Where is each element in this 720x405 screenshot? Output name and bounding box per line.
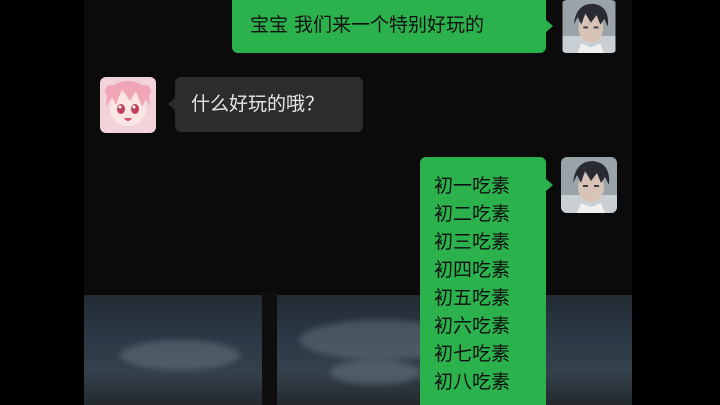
chat-screen: 宝宝 我们来一个特别好玩的 什么好玩的哦？ 初一吃素 初二吃素 初三吃素 初四吃… (0, 0, 720, 405)
message-line: 初三吃素 (434, 231, 511, 253)
male-anime-avatar-icon[interactable] (561, 157, 617, 213)
message-line: 初七吃素 (434, 343, 511, 365)
message-text: 宝宝 我们来一个特别好玩的 (250, 14, 485, 36)
message-line: 初五吃素 (434, 287, 511, 309)
message-line: 初二吃素 (434, 203, 511, 225)
pink-hair-anime-avatar-icon[interactable] (100, 77, 156, 133)
message-text: 什么好玩的哦？ (191, 93, 325, 115)
male-anime-avatar-icon[interactable] (561, 0, 617, 53)
message-line: 初六吃素 (434, 315, 511, 337)
message-bubble-outgoing[interactable]: 初一吃素 初二吃素 初三吃素 初四吃素 初五吃素 初六吃素 初七吃素 初八吃素 (420, 157, 546, 405)
window-frame (262, 292, 276, 405)
bubble-tail (546, 20, 553, 32)
message-bubble-outgoing[interactable]: 宝宝 我们来一个特别好玩的 (232, 0, 546, 53)
message-line: 初一吃素 (434, 175, 511, 197)
message-bubble-incoming[interactable]: 什么好玩的哦？ (175, 77, 363, 132)
message-line: 初八吃素 (434, 371, 511, 393)
message-line: 初四吃素 (434, 259, 511, 281)
bubble-tail (168, 98, 175, 110)
cloud-shape (120, 340, 240, 370)
bubble-tail (546, 179, 553, 191)
cloud-shape (330, 360, 420, 385)
